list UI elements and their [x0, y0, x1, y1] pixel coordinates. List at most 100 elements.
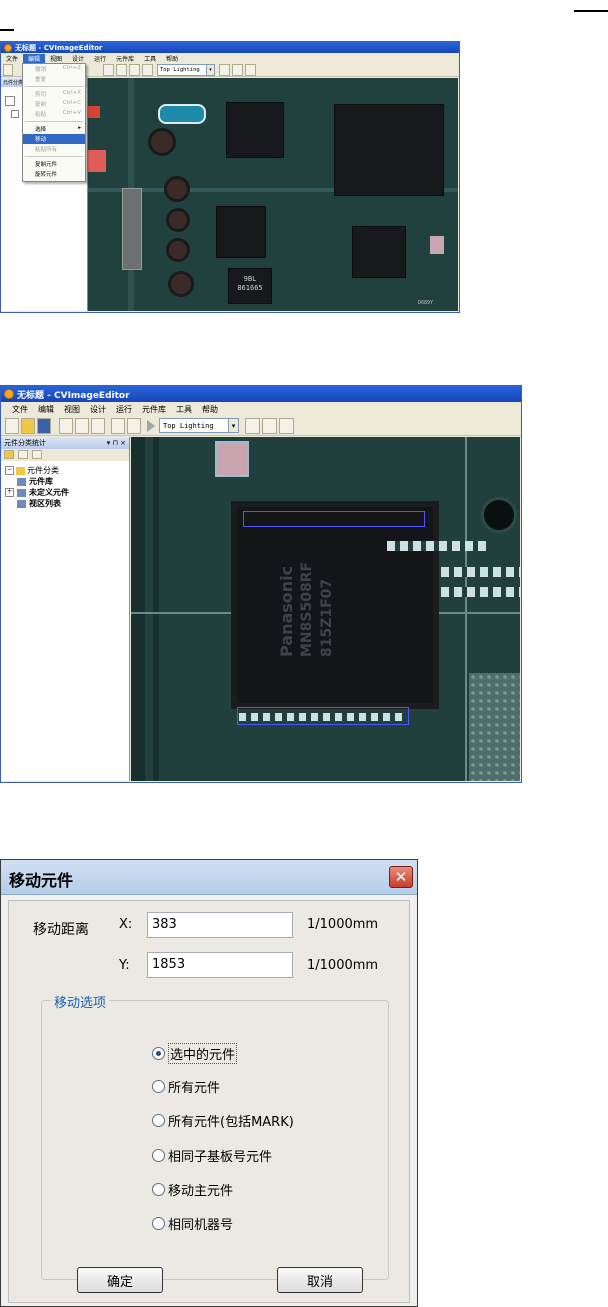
menu-edit[interactable]: 编辑: [23, 53, 46, 63]
ok-button[interactable]: 确定: [77, 1267, 163, 1293]
top-rule-right: [574, 10, 608, 12]
menu-item[interactable]: 粘贴 Ctrl+V: [23, 109, 85, 119]
close-button[interactable]: ✕: [389, 866, 413, 888]
menu-item[interactable]: 撤销 Ctrl+Z: [23, 64, 85, 74]
help-icon[interactable]: [279, 417, 294, 434]
menu-item[interactable]: 旋转元件: [23, 169, 85, 179]
menu-item[interactable]: 复制 Ctrl+C: [23, 99, 85, 109]
open-icon[interactable]: [21, 417, 35, 434]
cut-icon[interactable]: [103, 63, 114, 76]
lighting-select[interactable]: Top Lighting ▾: [159, 418, 239, 433]
menu-library[interactable]: 元件库: [137, 404, 171, 415]
menu-run[interactable]: 运行: [111, 404, 137, 415]
lighting-select[interactable]: Top Lighting ▾: [157, 63, 215, 76]
menu-run[interactable]: 运行: [89, 54, 111, 63]
menu-tools[interactable]: 工具: [139, 54, 161, 63]
chevron-down-icon[interactable]: ▾: [228, 419, 238, 432]
chip-text-line-2: 861665: [237, 284, 263, 292]
help-icon[interactable]: [245, 63, 256, 76]
panel-controls[interactable]: ▾ ⊓ ×: [107, 439, 126, 447]
expand-icon[interactable]: +: [5, 488, 14, 497]
menu-view[interactable]: 视图: [45, 54, 67, 63]
y-input[interactable]: 1853: [147, 952, 293, 978]
cut-icon[interactable]: [59, 417, 73, 434]
tree-item-root[interactable]: − 元件分类: [5, 465, 69, 476]
play-icon[interactable]: [142, 63, 153, 76]
play-icon[interactable]: [147, 419, 155, 432]
book-icon[interactable]: [262, 417, 277, 434]
cancel-button[interactable]: 取消: [277, 1267, 363, 1293]
toolbar: Top Lighting ▾: [1, 416, 521, 436]
new-icon[interactable]: [3, 63, 13, 76]
pcb-image-view[interactable]: Panasonic MN8S508RF 815Z1F07: [131, 437, 520, 781]
radio-all-components[interactable]: 所有元件: [152, 1077, 220, 1096]
menu-design[interactable]: 设计: [85, 404, 111, 415]
menu-view[interactable]: 视图: [59, 404, 85, 415]
screenshot-2-window: 无标题 - CVImageEditor 文件 编辑 视图 设计 运行 元件库 工…: [0, 385, 522, 783]
tree-item-library[interactable]: 元件库: [5, 476, 69, 487]
radio-same-machine[interactable]: 相同机器号: [152, 1214, 233, 1233]
menu-item[interactable]: 粘贴所有: [23, 144, 85, 154]
menu-item[interactable]: 剪切 Ctrl+X: [23, 89, 85, 99]
x-unit-label: 1/1000mm: [307, 917, 379, 932]
print-icon[interactable]: [219, 63, 230, 76]
radio-selected-components[interactable]: 选中的元件: [152, 1043, 238, 1064]
undo-icon[interactable]: [111, 417, 125, 434]
new-icon[interactable]: [5, 417, 19, 434]
title-bar: 无标题 - CVImageEditor: [1, 386, 521, 402]
filter-icon[interactable]: [32, 450, 42, 459]
add-icon[interactable]: [18, 450, 28, 459]
chevron-down-icon[interactable]: ▾: [206, 64, 214, 75]
radio-all-including-mark[interactable]: 所有元件(包括MARK): [152, 1111, 294, 1130]
menu-library[interactable]: 元件库: [111, 54, 139, 63]
menu-tools[interactable]: 工具: [171, 404, 197, 415]
folder-icon[interactable]: [4, 450, 14, 459]
radio-move-main-component[interactable]: 移动主元件: [152, 1180, 233, 1199]
tree-item-viewlist[interactable]: 视区列表: [5, 498, 69, 509]
menu-item[interactable]: 选择 ▸: [23, 124, 85, 134]
redo-icon[interactable]: [127, 417, 141, 434]
chip-part: MN8S508RF: [299, 561, 315, 657]
connector: [122, 188, 142, 270]
move-component-dialog: 移动元件 ✕ 移动距离 X: 383 1/1000mm Y: 1853 1/10…: [0, 859, 418, 1307]
copy-icon[interactable]: [116, 63, 127, 76]
menu-edit[interactable]: 编辑: [33, 404, 59, 415]
book-icon[interactable]: [232, 63, 243, 76]
pad-row: [239, 713, 403, 721]
menu-file[interactable]: 文件: [1, 54, 23, 63]
tree-item-undefined[interactable]: + 未定义元件: [5, 487, 69, 498]
app-icon: [4, 389, 14, 399]
pad-outline: [243, 511, 425, 527]
radio-icon: [152, 1217, 165, 1230]
menu-help[interactable]: 帮助: [197, 404, 223, 415]
dialog-title: 移动元件: [9, 871, 74, 890]
menu-help[interactable]: 帮助: [161, 54, 183, 63]
red-pad-large: [88, 150, 106, 172]
menu-item[interactable]: 重复: [23, 74, 85, 84]
save-icon[interactable]: [37, 417, 51, 434]
menu-item[interactable]: 复制元件: [23, 159, 85, 169]
edit-dropdown-menu: 撤销 Ctrl+Z 重复 剪切 Ctrl+X 复制 Ctrl+C 粘贴 Ctrl+V 选…: [22, 63, 86, 182]
print-icon[interactable]: [245, 417, 260, 434]
screenshot-1-window: 无标题 - CVImageEditor 文件 编辑 视图 设计 运行 元件库 工…: [0, 41, 460, 313]
via-hole: [481, 497, 517, 533]
x-label: X:: [119, 917, 133, 932]
x-input[interactable]: 383: [147, 912, 293, 938]
pcb-image-view[interactable]: 9BL 861665 D689Y: [88, 78, 458, 311]
window-title: 无标题 - CVImageEditor: [17, 390, 130, 401]
collapse-icon[interactable]: −: [5, 466, 14, 475]
paste-icon[interactable]: [91, 417, 105, 434]
title-bar: 无标题 - CVImageEditor: [1, 42, 459, 53]
menu-item-move[interactable]: 移动: [23, 134, 85, 144]
radio-icon: [152, 1183, 165, 1196]
menu-separator: [25, 121, 83, 122]
menu-design[interactable]: 设计: [67, 54, 89, 63]
menu-bar: 文件 编辑 视图 设计 运行 元件库 工具 帮助: [1, 402, 521, 416]
window-title: 无标题 - CVImageEditor: [15, 43, 103, 52]
undo-icon[interactable]: [129, 63, 140, 76]
copy-icon[interactable]: [75, 417, 89, 434]
dialog-title-bar: 移动元件 ✕: [1, 860, 417, 895]
radio-same-subboard[interactable]: 相同子基板号元件: [152, 1146, 272, 1165]
menu-file[interactable]: 文件: [7, 404, 33, 415]
category-panel: 元件分类统计 ▾ ⊓ × − 元件分类 元件库 + 未定义元件 视区列表: [1, 437, 130, 781]
